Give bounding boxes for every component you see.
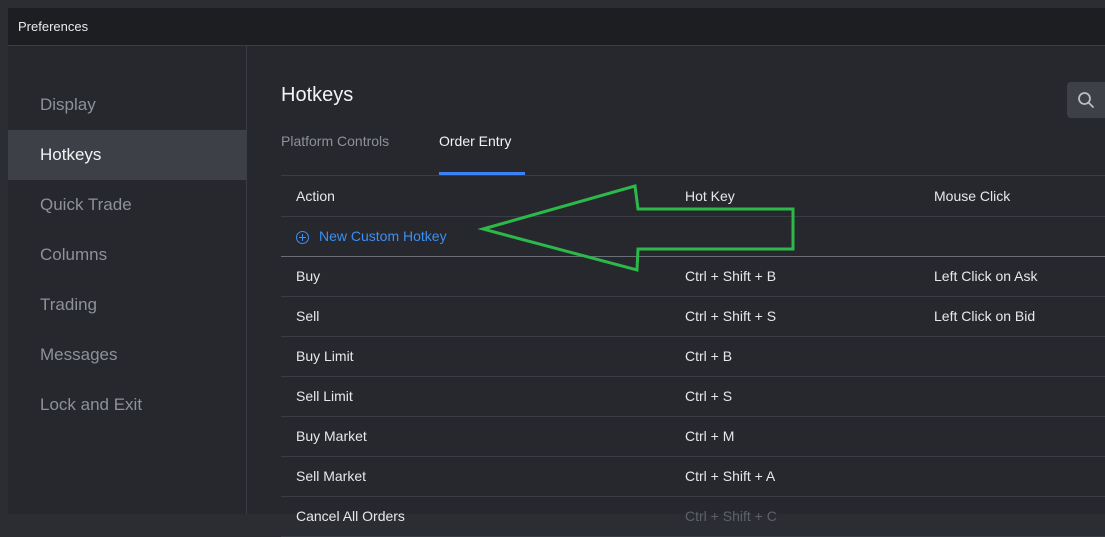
row-hotkey[interactable]: Ctrl + Shift + A (685, 457, 775, 496)
row-action: Sell Market (296, 468, 367, 484)
table-row[interactable]: Buy Limit Ctrl + B (281, 337, 1105, 377)
table-header: Action Hot Key Mouse Click (281, 176, 1105, 217)
new-custom-hotkey-button[interactable]: New Custom Hotkey (296, 217, 447, 256)
column-header-mouse-click[interactable]: Mouse Click (934, 176, 1010, 216)
table-row[interactable]: Buy Market Ctrl + M (281, 417, 1105, 457)
row-hotkey[interactable]: Ctrl + S (685, 377, 732, 416)
tab-platform-controls[interactable]: Platform Controls (281, 133, 389, 149)
sidebar-item-messages[interactable]: Messages (8, 330, 246, 380)
table-row[interactable]: Cancel All Orders Ctrl + Shift + C (281, 497, 1105, 537)
table-row[interactable]: Buy Ctrl + Shift + B Left Click on Ask (281, 257, 1105, 297)
sidebar-item-trading[interactable]: Trading (8, 280, 246, 330)
row-hotkey[interactable]: Ctrl + M (685, 417, 734, 456)
hotkeys-table: Action Hot Key Mouse Click New Custom Ho… (281, 176, 1105, 537)
sidebar-item-hotkeys[interactable]: Hotkeys (8, 130, 246, 180)
row-hotkey[interactable]: Ctrl + Shift + S (685, 297, 776, 336)
row-mouse-click[interactable]: Left Click on Ask (934, 257, 1038, 296)
row-hotkey[interactable]: Ctrl + Shift + C (685, 497, 777, 536)
row-action: Buy Limit (296, 348, 354, 364)
new-custom-hotkey-row: New Custom Hotkey (281, 217, 1105, 257)
sidebar-item-columns[interactable]: Columns (8, 230, 246, 280)
row-hotkey[interactable]: Ctrl + B (685, 337, 732, 376)
row-action: Sell (296, 308, 320, 324)
table-row[interactable]: Sell Limit Ctrl + S (281, 377, 1105, 417)
column-header-hot-key[interactable]: Hot Key (685, 176, 735, 216)
search-icon (1078, 92, 1094, 108)
row-action: Cancel All Orders (296, 508, 405, 524)
column-header-action[interactable]: Action (296, 176, 335, 216)
sidebar-item-lock-and-exit[interactable]: Lock and Exit (8, 380, 246, 430)
row-action: Buy Market (296, 428, 367, 444)
page-title: Hotkeys (281, 84, 354, 106)
row-action: Buy (296, 268, 321, 284)
active-tab-indicator (439, 172, 525, 175)
sidebar-item-display[interactable]: Display (8, 80, 246, 130)
plus-circle-icon (296, 231, 309, 244)
sidebar: Display Hotkeys Quick Trade Columns Trad… (8, 46, 247, 514)
row-mouse-click[interactable]: Left Click on Bid (934, 297, 1035, 336)
sidebar-item-quick-trade[interactable]: Quick Trade (8, 180, 246, 230)
preferences-window: Preferences Display Hotkeys Quick Trade … (8, 8, 1105, 537)
tab-order-entry[interactable]: Order Entry (439, 133, 511, 149)
new-custom-hotkey-label: New Custom Hotkey (319, 228, 447, 244)
table-row[interactable]: Sell Market Ctrl + Shift + A (281, 457, 1105, 497)
table-row[interactable]: Sell Ctrl + Shift + S Left Click on Bid (281, 297, 1105, 337)
search-button[interactable] (1067, 82, 1105, 118)
row-hotkey[interactable]: Ctrl + Shift + B (685, 257, 776, 296)
title-bar: Preferences (8, 8, 1105, 46)
window-title: Preferences (18, 19, 89, 34)
main-panel: Hotkeys Platform Controls Order Entry Ac… (247, 46, 1105, 537)
row-action: Sell Limit (296, 388, 353, 404)
